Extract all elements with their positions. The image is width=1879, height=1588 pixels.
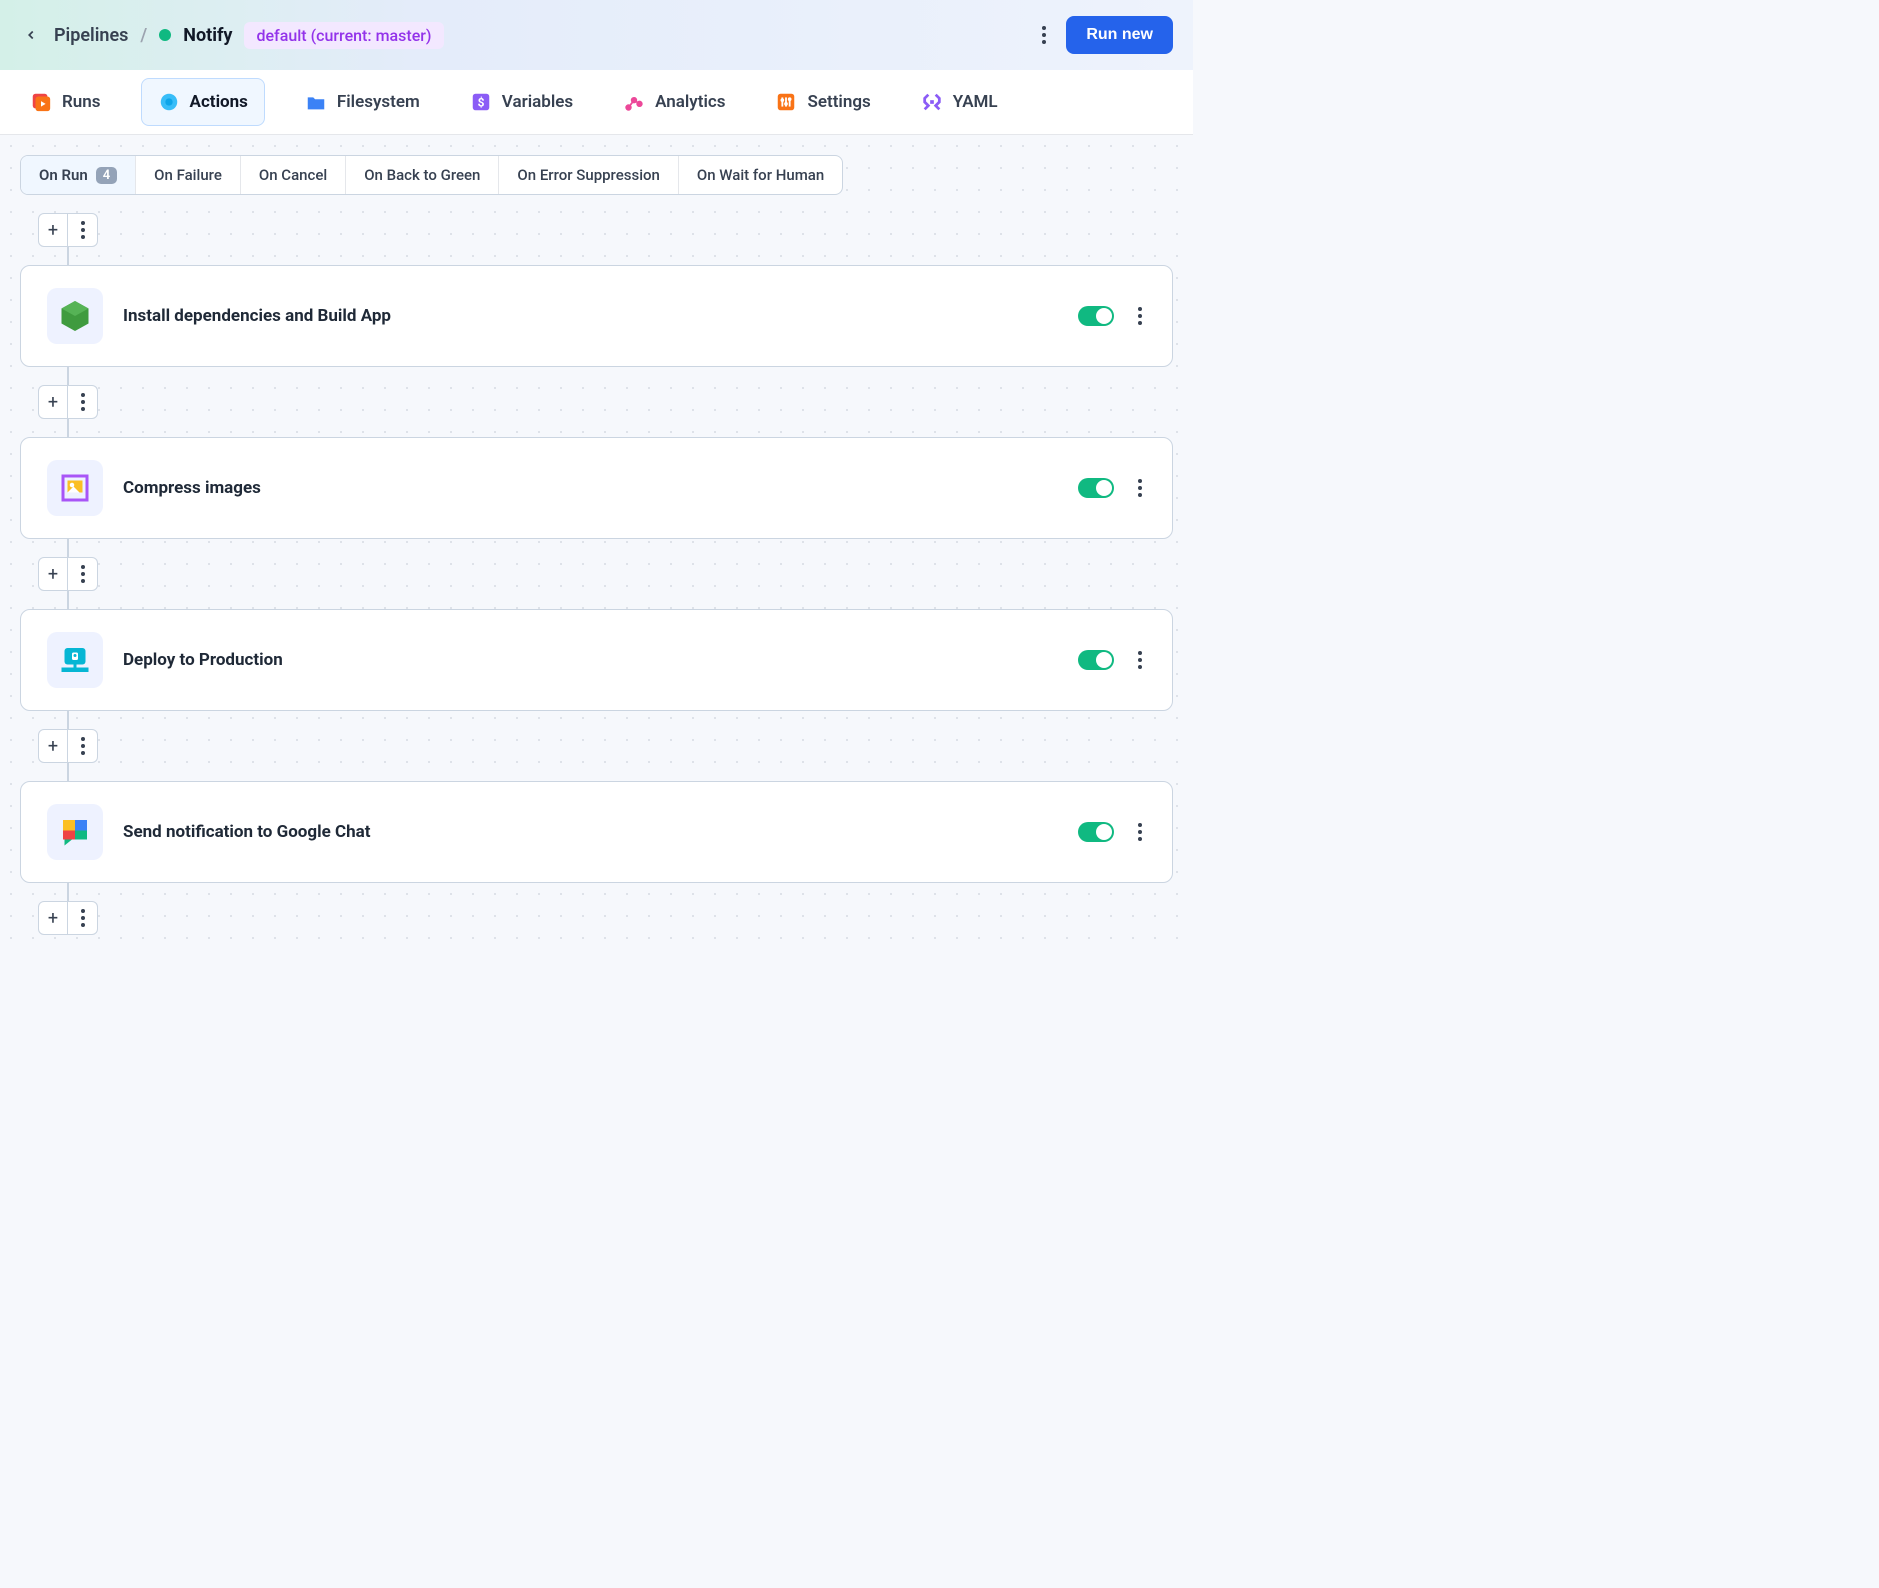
back-button[interactable] <box>20 24 42 46</box>
action-more-button[interactable] <box>1134 475 1146 501</box>
action-more-button[interactable] <box>1134 303 1146 329</box>
more-vertical-icon <box>81 737 85 755</box>
action-card[interactable]: Install dependencies and Build App <box>20 265 1173 367</box>
analytics-icon <box>623 91 645 113</box>
trigger-on-run[interactable]: On Run 4 <box>21 156 136 194</box>
tab-label: Variables <box>502 92 573 112</box>
add-action-more-button[interactable] <box>68 729 98 763</box>
trigger-on-wait-for-human[interactable]: On Wait for Human <box>679 156 842 194</box>
add-action-button[interactable]: + <box>38 901 68 935</box>
action-enabled-toggle[interactable] <box>1078 478 1114 498</box>
tab-variables[interactable]: $ Variables <box>460 71 583 133</box>
more-vertical-icon <box>1138 307 1142 325</box>
more-vertical-icon <box>1138 479 1142 497</box>
status-dot-icon <box>159 29 171 41</box>
run-new-button[interactable]: Run new <box>1066 16 1173 54</box>
more-vertical-icon <box>1042 26 1046 44</box>
tab-label: YAML <box>953 92 998 112</box>
add-action-more-button[interactable] <box>68 385 98 419</box>
tabs-nav: Runs Actions Filesystem $ Variables Anal… <box>0 70 1193 135</box>
action-enabled-toggle[interactable] <box>1078 306 1114 326</box>
tab-filesystem[interactable]: Filesystem <box>295 71 430 133</box>
trigger-on-cancel[interactable]: On Cancel <box>241 156 346 194</box>
action-enabled-toggle[interactable] <box>1078 822 1114 842</box>
action-card[interactable]: Compress images <box>20 437 1173 539</box>
add-action-row: + <box>38 901 1173 935</box>
actions-icon <box>158 91 180 113</box>
header: Pipelines / Notify default (current: mas… <box>0 0 1193 70</box>
trigger-on-back-to-green[interactable]: On Back to Green <box>346 156 499 194</box>
svg-text:$: $ <box>477 96 484 110</box>
action-label: Install dependencies and Build App <box>123 306 1058 326</box>
action-more-button[interactable] <box>1134 819 1146 845</box>
trigger-label: On Run <box>39 166 88 184</box>
settings-icon <box>775 91 797 113</box>
action-enabled-toggle[interactable] <box>1078 650 1114 670</box>
add-action-row: + <box>38 385 1173 419</box>
add-action-row: + <box>38 557 1173 591</box>
tab-label: Analytics <box>655 92 725 112</box>
pipeline-name: Notify <box>183 25 232 46</box>
breadcrumb-separator: / <box>140 25 147 46</box>
tab-runs[interactable]: Runs <box>20 71 111 133</box>
action-more-button[interactable] <box>1134 647 1146 673</box>
action-card[interactable]: Deploy to Production <box>20 609 1173 711</box>
tab-yaml[interactable]: YAML <box>911 71 1008 133</box>
action-label: Deploy to Production <box>123 650 1058 670</box>
header-more-button[interactable] <box>1034 18 1054 52</box>
action-label: Send notification to Google Chat <box>123 822 1058 842</box>
filesystem-icon <box>305 91 327 113</box>
branch-selector[interactable]: default (current: master) <box>244 22 443 49</box>
node-icon <box>47 288 103 344</box>
breadcrumb: Pipelines / Notify <box>54 25 232 46</box>
yaml-icon <box>921 91 943 113</box>
add-action-button[interactable]: + <box>38 385 68 419</box>
tab-label: Runs <box>62 92 101 112</box>
trigger-count-badge: 4 <box>96 167 117 184</box>
tab-analytics[interactable]: Analytics <box>613 71 735 133</box>
add-action-button[interactable]: + <box>38 557 68 591</box>
add-action-button[interactable]: + <box>38 729 68 763</box>
tab-settings[interactable]: Settings <box>765 71 880 133</box>
breadcrumb-root[interactable]: Pipelines <box>54 25 128 46</box>
add-action-button[interactable]: + <box>38 213 68 247</box>
variables-icon: $ <box>470 91 492 113</box>
deploy-icon <box>47 632 103 688</box>
action-label: Compress images <box>123 478 1058 498</box>
add-action-more-button[interactable] <box>68 557 98 591</box>
tab-label: Settings <box>807 92 870 112</box>
content-area: On Run 4 On Failure On Cancel On Back to… <box>0 135 1193 955</box>
more-vertical-icon <box>1138 651 1142 669</box>
trigger-on-failure[interactable]: On Failure <box>136 156 241 194</box>
action-card[interactable]: Send notification to Google Chat <box>20 781 1173 883</box>
add-action-more-button[interactable] <box>68 213 98 247</box>
actions-flow: + Install dependencies and Build App + C… <box>20 213 1173 935</box>
add-action-more-button[interactable] <box>68 901 98 935</box>
google-chat-icon <box>47 804 103 860</box>
trigger-tabs: On Run 4 On Failure On Cancel On Back to… <box>20 155 843 195</box>
tab-label: Actions <box>190 92 248 112</box>
more-vertical-icon <box>81 221 85 239</box>
more-vertical-icon <box>81 909 85 927</box>
more-vertical-icon <box>81 565 85 583</box>
compress-icon <box>47 460 103 516</box>
tab-actions[interactable]: Actions <box>141 78 265 126</box>
trigger-on-error-suppression[interactable]: On Error Suppression <box>499 156 678 194</box>
add-action-row: + <box>38 729 1173 763</box>
add-action-row: + <box>38 213 1173 247</box>
more-vertical-icon <box>81 393 85 411</box>
tab-label: Filesystem <box>337 92 420 112</box>
more-vertical-icon <box>1138 823 1142 841</box>
runs-icon <box>30 91 52 113</box>
